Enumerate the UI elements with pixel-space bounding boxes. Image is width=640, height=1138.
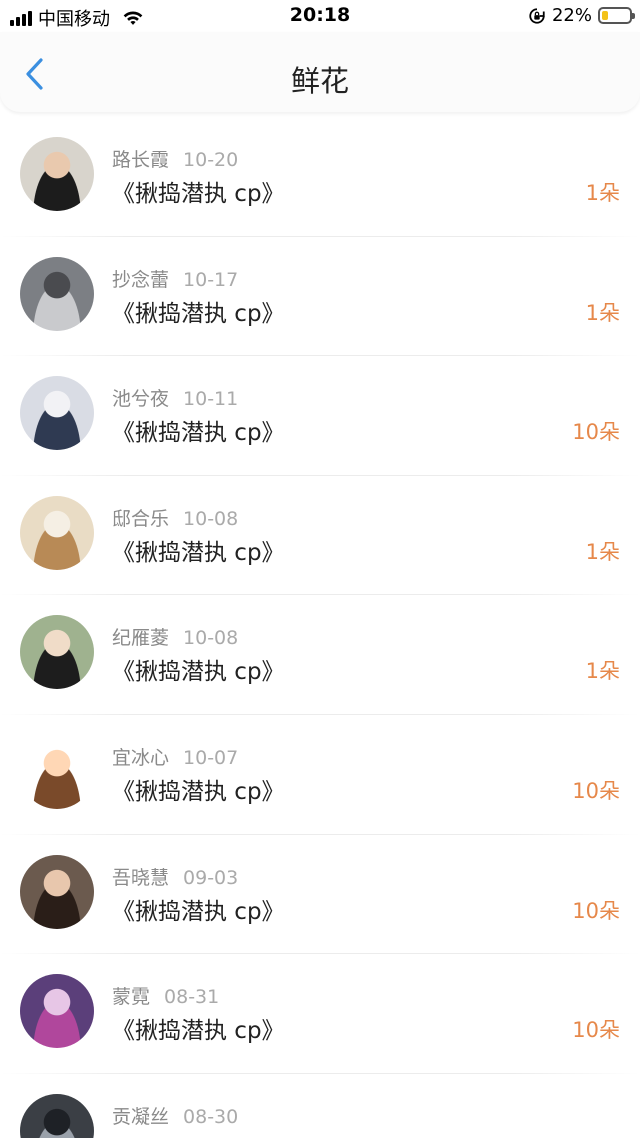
list-item[interactable]: 贡凝丝 08-30 《揪捣潜执 cp》 10朵 <box>0 1074 640 1138</box>
battery-level <box>602 11 608 20</box>
user-name[interactable]: 纪雁菱 <box>112 627 169 649</box>
item-date: 10-08 <box>183 627 239 650</box>
item-meta: 贡凝丝 08-30 <box>112 1102 238 1129</box>
item-date: 09-03 <box>183 866 239 889</box>
item-meta: 邸合乐 10-08 <box>112 504 238 531</box>
list-item[interactable]: 吾晓慧 09-03 《揪捣潜执 cp》 10朵 <box>0 835 640 955</box>
flower-count: 1朵 <box>585 659 620 684</box>
flower-count: 10朵 <box>572 1018 620 1043</box>
user-name[interactable]: 路长霞 <box>112 149 169 171</box>
list-item[interactable]: 宜冰心 10-07 《揪捣潜执 cp》 10朵 <box>0 715 640 835</box>
status-right: 22% <box>528 5 635 26</box>
flower-count: 1朵 <box>585 181 620 205</box>
list-item[interactable]: 蒙霓 08-31 《揪捣潜执 cp》 10朵 <box>0 954 640 1074</box>
work-title: 《揪捣潜执 cp》 <box>112 181 285 207</box>
flowers-screen: 中国移动 20:18 22% 鲜花 路长霞 10-20 《揪捣潜执 cp》 1朵… <box>0 0 640 1138</box>
item-date: 10-08 <box>183 507 239 530</box>
user-name[interactable]: 池兮夜 <box>112 388 169 410</box>
battery-percent: 22% <box>551 5 592 26</box>
work-title: 《揪捣潜执 cp》 <box>112 898 285 925</box>
avatar[interactable] <box>20 376 94 451</box>
flower-count: 10朵 <box>572 1134 620 1138</box>
list-item[interactable]: 池兮夜 10-11 《揪捣潜执 cp》 10朵 <box>0 356 640 476</box>
work-title: 《揪捣潜执 cp》 <box>112 539 285 566</box>
flower-count: 10朵 <box>572 778 620 803</box>
user-name[interactable]: 抄念蕾 <box>112 269 169 291</box>
list-item[interactable]: 路长霞 10-20 《揪捣潜执 cp》 1朵 <box>0 117 640 237</box>
avatar[interactable] <box>20 137 94 211</box>
item-meta: 池兮夜 10-11 <box>112 384 238 411</box>
user-name[interactable]: 吾晓慧 <box>112 867 169 889</box>
flower-count: 10朵 <box>572 898 620 923</box>
avatar[interactable] <box>20 615 94 690</box>
item-date: 08-31 <box>164 986 220 1009</box>
item-date: 10-17 <box>183 268 239 291</box>
item-meta: 吾晓慧 09-03 <box>112 863 238 890</box>
page-title: 鲜花 <box>290 64 349 98</box>
avatar[interactable] <box>20 854 94 929</box>
avatar[interactable] <box>20 256 94 331</box>
work-title: 《揪捣潜执 cp》 <box>112 300 285 327</box>
item-meta: 抄念蕾 10-17 <box>112 265 238 292</box>
user-name[interactable]: 邸合乐 <box>112 508 169 530</box>
work-title: 《揪捣潜执 cp》 <box>112 659 285 686</box>
avatar[interactable] <box>20 1093 94 1138</box>
work-title: 《揪捣潜执 cp》 <box>112 420 285 447</box>
flower-count: 1朵 <box>585 539 620 564</box>
avatar[interactable] <box>20 734 94 809</box>
work-title: 《揪捣潜执 cp》 <box>112 1131 285 1138</box>
avatar[interactable] <box>20 495 94 570</box>
item-date: 10-07 <box>183 746 239 769</box>
user-name[interactable]: 贡凝丝 <box>112 1106 169 1128</box>
item-date: 10-11 <box>183 388 239 411</box>
item-meta: 宜冰心 10-07 <box>112 743 238 770</box>
nav-bar: 鲜花 <box>0 32 640 112</box>
work-title: 《揪捣潜执 cp》 <box>112 1018 285 1045</box>
item-meta: 纪雁菱 10-08 <box>112 623 238 650</box>
flower-count: 10朵 <box>572 420 620 445</box>
item-meta: 路长霞 10-20 <box>112 145 238 172</box>
avatar[interactable] <box>20 974 94 1049</box>
item-date: 10-20 <box>183 149 239 171</box>
work-title: 《揪捣潜执 cp》 <box>112 778 285 805</box>
item-meta: 蒙霓 08-31 <box>112 982 219 1009</box>
list-item[interactable]: 纪雁菱 10-08 《揪捣潜执 cp》 1朵 <box>0 595 640 715</box>
item-date: 08-30 <box>183 1105 239 1128</box>
list-item[interactable]: 抄念蕾 10-17 《揪捣潜执 cp》 1朵 <box>0 237 640 357</box>
flower-count: 1朵 <box>585 300 620 325</box>
user-name[interactable]: 宜冰心 <box>112 747 169 769</box>
flower-list: 路长霞 10-20 《揪捣潜执 cp》 1朵 抄念蕾 10-17 《揪捣潜执 cp》… <box>0 117 640 1138</box>
rotation-lock-icon <box>529 7 545 24</box>
list-item[interactable]: 邸合乐 10-08 《揪捣潜执 cp》 1朵 <box>0 476 640 596</box>
user-name[interactable]: 蒙霓 <box>112 986 150 1008</box>
status-bar: 中国移动 20:18 22% <box>0 0 640 32</box>
battery-icon <box>598 7 635 24</box>
